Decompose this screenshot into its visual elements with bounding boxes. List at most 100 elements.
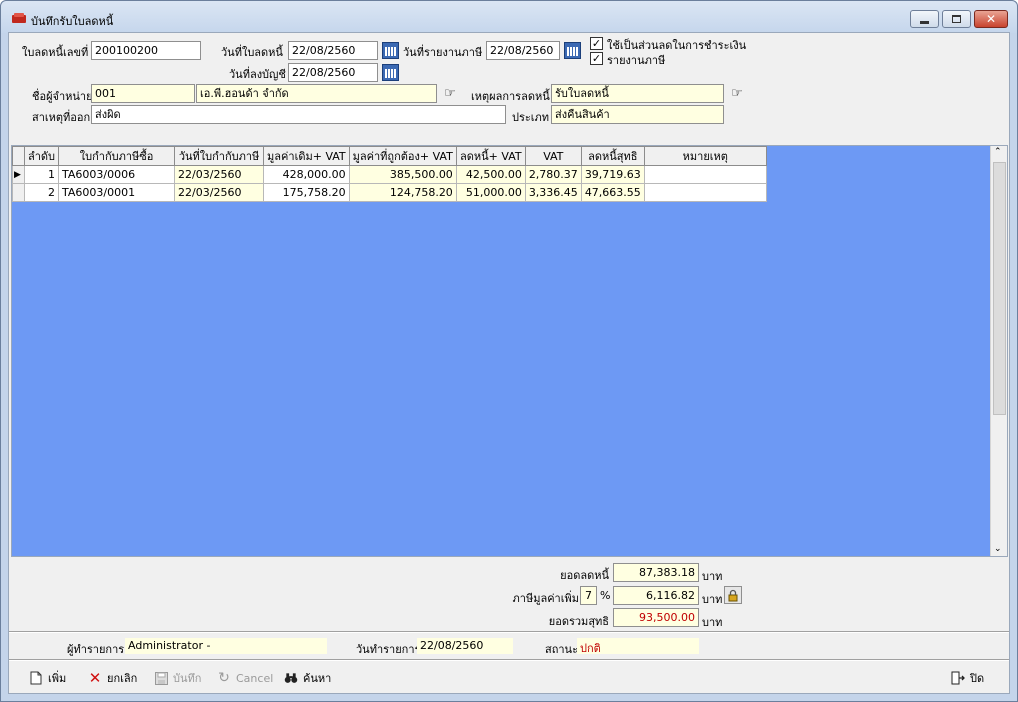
- col-vat[interactable]: VAT: [524, 146, 582, 166]
- cell-note[interactable]: [643, 165, 767, 184]
- grid-header-row: ลำดับ ใบกำกับภาษีซื้อ วันที่ใบกำกับภาษี …: [12, 146, 767, 166]
- cell-no[interactable]: 1: [23, 165, 60, 184]
- app-icon: [12, 13, 26, 23]
- vendor-label: ชื่อผู้จำหน่าย: [32, 90, 93, 103]
- tax-report-checkbox[interactable]: ✓: [590, 52, 603, 65]
- cancel-document-button[interactable]: ✕ ยกเลิก: [88, 667, 138, 689]
- minimize-button[interactable]: [910, 10, 939, 28]
- add-label: เพิ่ม: [48, 672, 67, 685]
- cell-date[interactable]: 22/03/2560: [174, 183, 265, 202]
- binoculars-icon: [284, 671, 298, 685]
- doc-date-label: วันที่ใบลดหนี้: [221, 46, 283, 59]
- vendor-name-field[interactable]: เอ.พี.ฮอนด้า จำกัด: [196, 84, 437, 103]
- type-field[interactable]: ส่งคืนสินค้า: [551, 105, 724, 124]
- cell-net[interactable]: 47,663.55: [580, 183, 645, 202]
- maximize-icon: [952, 15, 961, 23]
- search-button[interactable]: ค้นหา: [284, 667, 331, 689]
- separator: [9, 659, 1009, 661]
- col-net[interactable]: ลดหนี้สุทธิ: [580, 146, 645, 166]
- tax-report-date-label: วันที่รายงานภาษี: [403, 46, 483, 59]
- window-title: บันทึกรับใบลดหนี้: [31, 15, 114, 28]
- col-correct[interactable]: มูลค่าที่ถูกต้อง+ VAT: [348, 146, 457, 166]
- col-invoice[interactable]: ใบกำกับภาษีซื้อ: [58, 146, 176, 166]
- form-body: ใบลดหนี้เลขที่ 200100200 วันที่ใบลดหนี้ …: [8, 32, 1010, 694]
- vendor-code-field[interactable]: 001: [91, 84, 195, 103]
- tax-report-check-label: รายงานภาษี: [607, 54, 666, 67]
- cell-date[interactable]: 22/03/2560: [174, 165, 265, 184]
- maximize-button[interactable]: [942, 10, 971, 28]
- add-button[interactable]: เพิ่ม: [29, 667, 66, 689]
- cell-correct[interactable]: 124,758.20: [348, 183, 457, 202]
- percent-label: %: [600, 589, 611, 602]
- cell-original[interactable]: 428,000.00: [263, 165, 350, 184]
- table-row[interactable]: 2 TA6003/0001 22/03/2560 175,758.20 124,…: [12, 183, 767, 202]
- account-date-label: วันที่ลงบัญชี: [229, 68, 286, 81]
- reason-field[interactable]: รับใบลดหนี้: [551, 84, 724, 103]
- scroll-up-icon[interactable]: ⌃: [994, 147, 1002, 157]
- col-note[interactable]: หมายเหตุ: [643, 146, 767, 166]
- cell-correct[interactable]: 385,500.00: [348, 165, 457, 184]
- currency-label: บาท: [702, 616, 723, 629]
- cell-invoice[interactable]: TA6003/0001: [58, 183, 176, 202]
- table-row[interactable]: ▶ 1 TA6003/0006 22/03/2560 428,000.00 38…: [12, 165, 767, 184]
- doc-no-label: ใบลดหนี้เลขที่: [22, 46, 89, 59]
- lookup-hand-icon[interactable]: ☞: [441, 86, 459, 102]
- app-window: บันทึกรับใบลดหนี้ ✕ ใบลดหนี้เลขที่ 20010…: [0, 0, 1018, 702]
- txn-date-label: วันทำรายการ: [356, 643, 421, 656]
- row-header[interactable]: [12, 183, 25, 202]
- cell-note[interactable]: [643, 183, 767, 202]
- col-invoice-date[interactable]: วันที่ใบกำกับภาษี: [174, 146, 265, 166]
- scroll-down-icon[interactable]: ⌄: [994, 544, 1002, 554]
- row-header-corner: [12, 146, 25, 166]
- close-label: ปิด: [970, 672, 985, 685]
- title-bar: บันทึกรับใบลดหนี้ ✕: [1, 1, 1017, 33]
- reason-label: เหตุผลการลดหนี้: [471, 90, 550, 103]
- type-label: ประเภท: [512, 111, 550, 124]
- lookup-hand-icon[interactable]: ☞: [728, 86, 746, 102]
- calendar-icon[interactable]: [564, 42, 581, 59]
- close-icon: ✕: [985, 12, 997, 26]
- current-row-indicator-icon[interactable]: ▶: [12, 165, 25, 184]
- save-button[interactable]: บันทึก: [154, 667, 201, 689]
- calendar-icon[interactable]: [382, 42, 399, 59]
- doc-no-field[interactable]: 200100200: [91, 41, 201, 60]
- doc-date-field[interactable]: 22/08/2560: [288, 41, 378, 60]
- use-as-payment-discount-checkbox[interactable]: ✓: [590, 37, 603, 50]
- cell-vat[interactable]: 3,336.45: [524, 183, 582, 202]
- currency-label: บาท: [702, 570, 723, 583]
- cancel-button[interactable]: ↻ Cancel: [217, 667, 273, 689]
- col-original[interactable]: มูลค่าเดิม+ VAT: [263, 146, 350, 166]
- currency-label: บาท: [702, 593, 723, 606]
- credit-total-label: ยอดลดหนี้: [560, 569, 609, 582]
- cell-credit[interactable]: 42,500.00: [455, 165, 526, 184]
- calendar-icon[interactable]: [382, 64, 399, 81]
- cell-net[interactable]: 39,719.63: [580, 165, 645, 184]
- exit-door-icon: [951, 671, 965, 685]
- scrollbar-thumb[interactable]: [993, 162, 1006, 415]
- detail-grid[interactable]: ลำดับ ใบกำกับภาษีซื้อ วันที่ใบกำกับภาษี …: [11, 145, 1008, 557]
- account-date-field[interactable]: 22/08/2560: [288, 63, 378, 82]
- undo-icon: ↻: [218, 670, 230, 686]
- credit-total-field: 87,383.18: [613, 563, 699, 582]
- lock-icon[interactable]: [724, 586, 742, 604]
- cell-invoice[interactable]: TA6003/0006: [58, 165, 176, 184]
- vat-rate-field[interactable]: 7: [580, 586, 597, 605]
- cell-credit[interactable]: 51,000.00: [455, 183, 526, 202]
- col-credit[interactable]: ลดหนี้+ VAT: [455, 146, 526, 166]
- close-button[interactable]: ปิด: [951, 667, 984, 689]
- cell-no[interactable]: 2: [23, 183, 60, 202]
- cell-vat[interactable]: 2,780.37: [524, 165, 582, 184]
- close-window-button[interactable]: ✕: [974, 10, 1008, 28]
- grid-vertical-scrollbar[interactable]: ⌃ ⌄: [990, 146, 1007, 556]
- tax-report-date-field[interactable]: 22/08/2560: [486, 41, 560, 60]
- vat-amount-field: 6,116.82: [613, 586, 699, 605]
- red-x-icon: ✕: [88, 669, 102, 687]
- col-no[interactable]: ลำดับ: [23, 146, 60, 166]
- cause-field[interactable]: ส่งผิด: [91, 105, 506, 124]
- vat-label: ภาษีมูลค่าเพิ่ม: [512, 592, 579, 605]
- search-label: ค้นหา: [303, 672, 332, 685]
- cell-original[interactable]: 175,758.20: [263, 183, 350, 202]
- cause-label: สาเหตุที่ออก: [32, 111, 91, 124]
- new-document-icon: [29, 671, 43, 685]
- net-total-field: 93,500.00: [613, 608, 699, 627]
